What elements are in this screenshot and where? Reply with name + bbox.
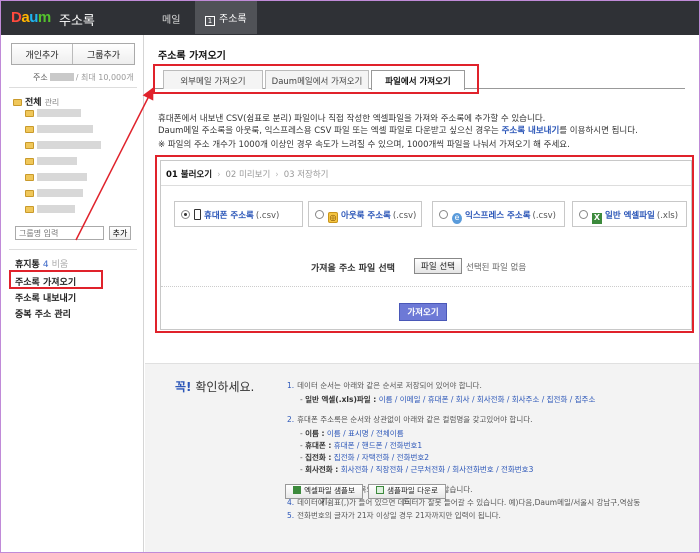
annotation-arrow (75, 87, 154, 241)
arrow-line (75, 87, 154, 241)
